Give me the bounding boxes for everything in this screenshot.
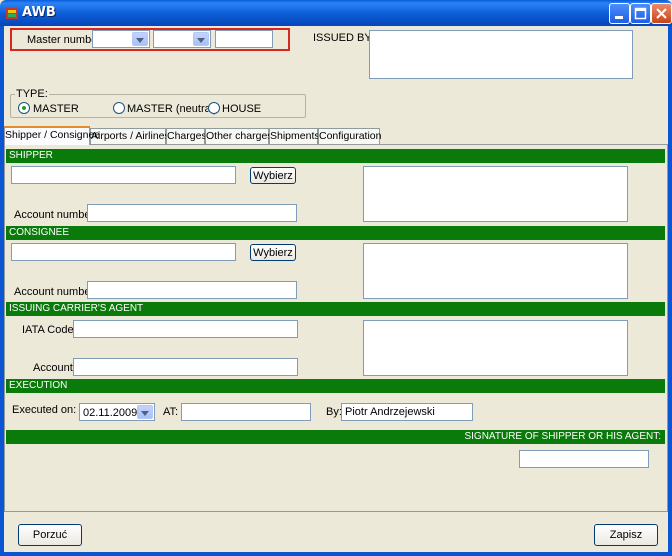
master-airline-combo[interactable] [153,30,211,48]
issued-by-label: ISSUED BY: [313,32,375,44]
at-label: AT: [163,406,179,418]
agent-account-label: Account: [33,362,76,374]
tab-charges[interactable]: Charges [166,128,207,144]
type-master-radio[interactable] [18,102,30,114]
title-bar [0,0,672,26]
executed-on-date-picker[interactable]: 02.11.2009 [79,403,155,421]
signature-input[interactable] [519,450,649,468]
executed-on-value: 02.11.2009 [83,407,138,419]
shipper-section-header: SHIPPER [6,149,665,163]
app-icon [5,6,19,20]
chevron-down-icon [132,32,148,46]
consignee-address-textarea[interactable] [363,243,628,299]
type-master-neutral-label: MASTER (neutral) [127,103,217,115]
tab-other-charges[interactable]: Other charges [205,128,273,144]
minimize-button[interactable] [609,3,630,24]
shipper-account-label: Account number: [14,209,98,221]
tab-airports-airlines[interactable]: Airports / Airlines [90,128,170,144]
chevron-down-icon [193,32,209,46]
tab-configuration[interactable]: Configuration [318,128,381,144]
type-master-label: MASTER [33,103,79,115]
close-icon [656,8,667,19]
consignee-account-input[interactable] [87,281,297,299]
agent-account-input[interactable] [73,358,298,376]
issued-by-textarea[interactable] [369,30,633,79]
window-frame-bottom [0,552,672,556]
master-prefix-combo[interactable] [92,30,150,48]
shipper-address-textarea[interactable] [363,166,628,222]
maximize-icon [634,7,647,20]
type-master-neutral-radio[interactable] [113,102,125,114]
type-group-label: TYPE: [15,88,49,100]
window-title: AWB [22,5,56,20]
type-house-radio[interactable] [208,102,220,114]
shipper-select-button[interactable]: Wybierz [250,167,296,184]
maximize-button[interactable] [630,3,651,24]
save-button[interactable]: Zapisz [594,524,658,546]
agent-section-header: ISSUING CARRIER'S AGENT [6,302,665,316]
consignee-section-header: CONSIGNEE [6,226,665,240]
agent-iata-input[interactable] [73,320,298,338]
minimize-icon [615,16,623,19]
executed-on-label: Executed on: [12,404,77,416]
shipper-name-input[interactable] [11,166,236,184]
by-input[interactable]: Piotr Andrzejewski [341,403,473,421]
by-value: Piotr Andrzejewski [345,406,435,418]
consignee-account-label: Account number: [14,286,98,298]
close-button[interactable] [651,3,672,24]
at-input[interactable] [181,403,311,421]
agent-address-textarea[interactable] [363,320,628,376]
by-label: By: [326,406,342,418]
type-house-label: HOUSE [222,103,262,115]
agent-iata-label: IATA Code: [22,324,77,336]
tab-shipments[interactable]: Shipments [269,128,320,144]
signature-section-header: SIGNATURE OF SHIPPER OR HIS AGENT: [6,430,665,444]
master-number-input[interactable] [215,30,273,48]
window-frame-right [668,26,672,556]
execution-section-header: EXECUTION [6,379,665,393]
discard-button[interactable]: Porzuć [18,524,82,546]
consignee-select-button[interactable]: Wybierz [250,244,296,261]
chevron-down-icon [137,405,153,419]
tab-shipper-consignee[interactable]: Shipper / Consignee [4,126,100,145]
consignee-name-input[interactable] [11,243,236,261]
shipper-account-input[interactable] [87,204,297,222]
